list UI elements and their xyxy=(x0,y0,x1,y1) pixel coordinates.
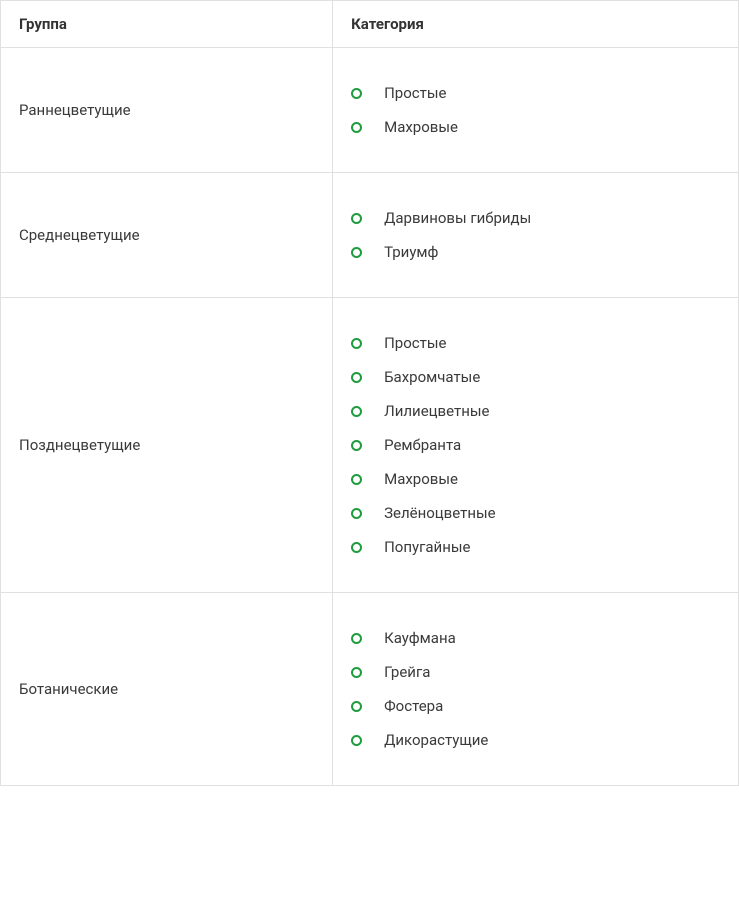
list-item: Кауфмана xyxy=(351,621,720,655)
list-item-label: Попугайные xyxy=(384,538,470,556)
category-cell: Дарвиновы гибриды Триумф xyxy=(333,173,739,298)
list-item: Махровые xyxy=(351,462,720,496)
category-cell: Кауфмана Грейга Фостера Дикорастущие xyxy=(333,593,739,786)
table-row: Позднецветущие Простые Бахромчатые Лилиецве… xyxy=(1,298,739,593)
list-item-label: Дарвиновы гибриды xyxy=(384,209,531,227)
circle-bullet-icon xyxy=(351,474,362,485)
header-category: Категория xyxy=(333,1,739,48)
circle-bullet-icon xyxy=(351,372,362,383)
list-item-label: Триумф xyxy=(384,243,438,261)
list-item-label: Простые xyxy=(384,84,446,102)
list-item: Фостера xyxy=(351,689,720,723)
table-header-row: Группа Категория xyxy=(1,1,739,48)
circle-bullet-icon xyxy=(351,122,362,133)
circle-bullet-icon xyxy=(351,735,362,746)
list-item: Дикорастущие xyxy=(351,723,720,757)
category-cell: Простые Махровые xyxy=(333,48,739,173)
circle-bullet-icon xyxy=(351,667,362,678)
circle-bullet-icon xyxy=(351,213,362,224)
list-item: Рембранта xyxy=(351,428,720,462)
table-row: Раннецветущие Простые Махровые xyxy=(1,48,739,173)
list-item-label: Лилиецветные xyxy=(384,402,489,420)
group-cell: Раннецветущие xyxy=(1,48,333,173)
circle-bullet-icon xyxy=(351,406,362,417)
table-row: Среднецветущие Дарвиновы гибриды Триумф xyxy=(1,173,739,298)
group-cell: Позднецветущие xyxy=(1,298,333,593)
list-item: Дарвиновы гибриды xyxy=(351,201,720,235)
circle-bullet-icon xyxy=(351,440,362,451)
circle-bullet-icon xyxy=(351,701,362,712)
group-cell: Среднецветущие xyxy=(1,173,333,298)
list-item: Лилиецветные xyxy=(351,394,720,428)
list-item-label: Бахромчатые xyxy=(384,368,480,386)
table-row: Ботанические Кауфмана Грейга Фостера Дикорас… xyxy=(1,593,739,786)
list-item-label: Дикорастущие xyxy=(384,731,488,749)
classification-table: Группа Категория Раннецветущие Простые Мах… xyxy=(0,0,739,786)
list-item-label: Грейга xyxy=(384,663,430,681)
category-list: Дарвиновы гибриды Триумф xyxy=(351,201,720,269)
list-item-label: Махровые xyxy=(384,470,458,488)
circle-bullet-icon xyxy=(351,247,362,258)
category-list: Кауфмана Грейга Фостера Дикорастущие xyxy=(351,621,720,757)
circle-bullet-icon xyxy=(351,338,362,349)
list-item: Бахромчатые xyxy=(351,360,720,394)
circle-bullet-icon xyxy=(351,88,362,99)
list-item: Попугайные xyxy=(351,530,720,564)
list-item: Зелёноцветные xyxy=(351,496,720,530)
list-item: Махровые xyxy=(351,110,720,144)
circle-bullet-icon xyxy=(351,633,362,644)
category-list: Простые Махровые xyxy=(351,76,720,144)
group-cell: Ботанические xyxy=(1,593,333,786)
header-group: Группа xyxy=(1,1,333,48)
list-item-label: Кауфмана xyxy=(384,629,456,647)
circle-bullet-icon xyxy=(351,508,362,519)
list-item-label: Простые xyxy=(384,334,446,352)
list-item-label: Зелёноцветные xyxy=(384,504,496,522)
list-item: Простые xyxy=(351,326,720,360)
list-item-label: Махровые xyxy=(384,118,458,136)
list-item: Триумф xyxy=(351,235,720,269)
category-cell: Простые Бахромчатые Лилиецветные Рембранта М… xyxy=(333,298,739,593)
list-item: Простые xyxy=(351,76,720,110)
circle-bullet-icon xyxy=(351,542,362,553)
list-item: Грейга xyxy=(351,655,720,689)
list-item-label: Фостера xyxy=(384,697,443,715)
list-item-label: Рембранта xyxy=(384,436,461,454)
category-list: Простые Бахромчатые Лилиецветные Рембранта М… xyxy=(351,326,720,564)
